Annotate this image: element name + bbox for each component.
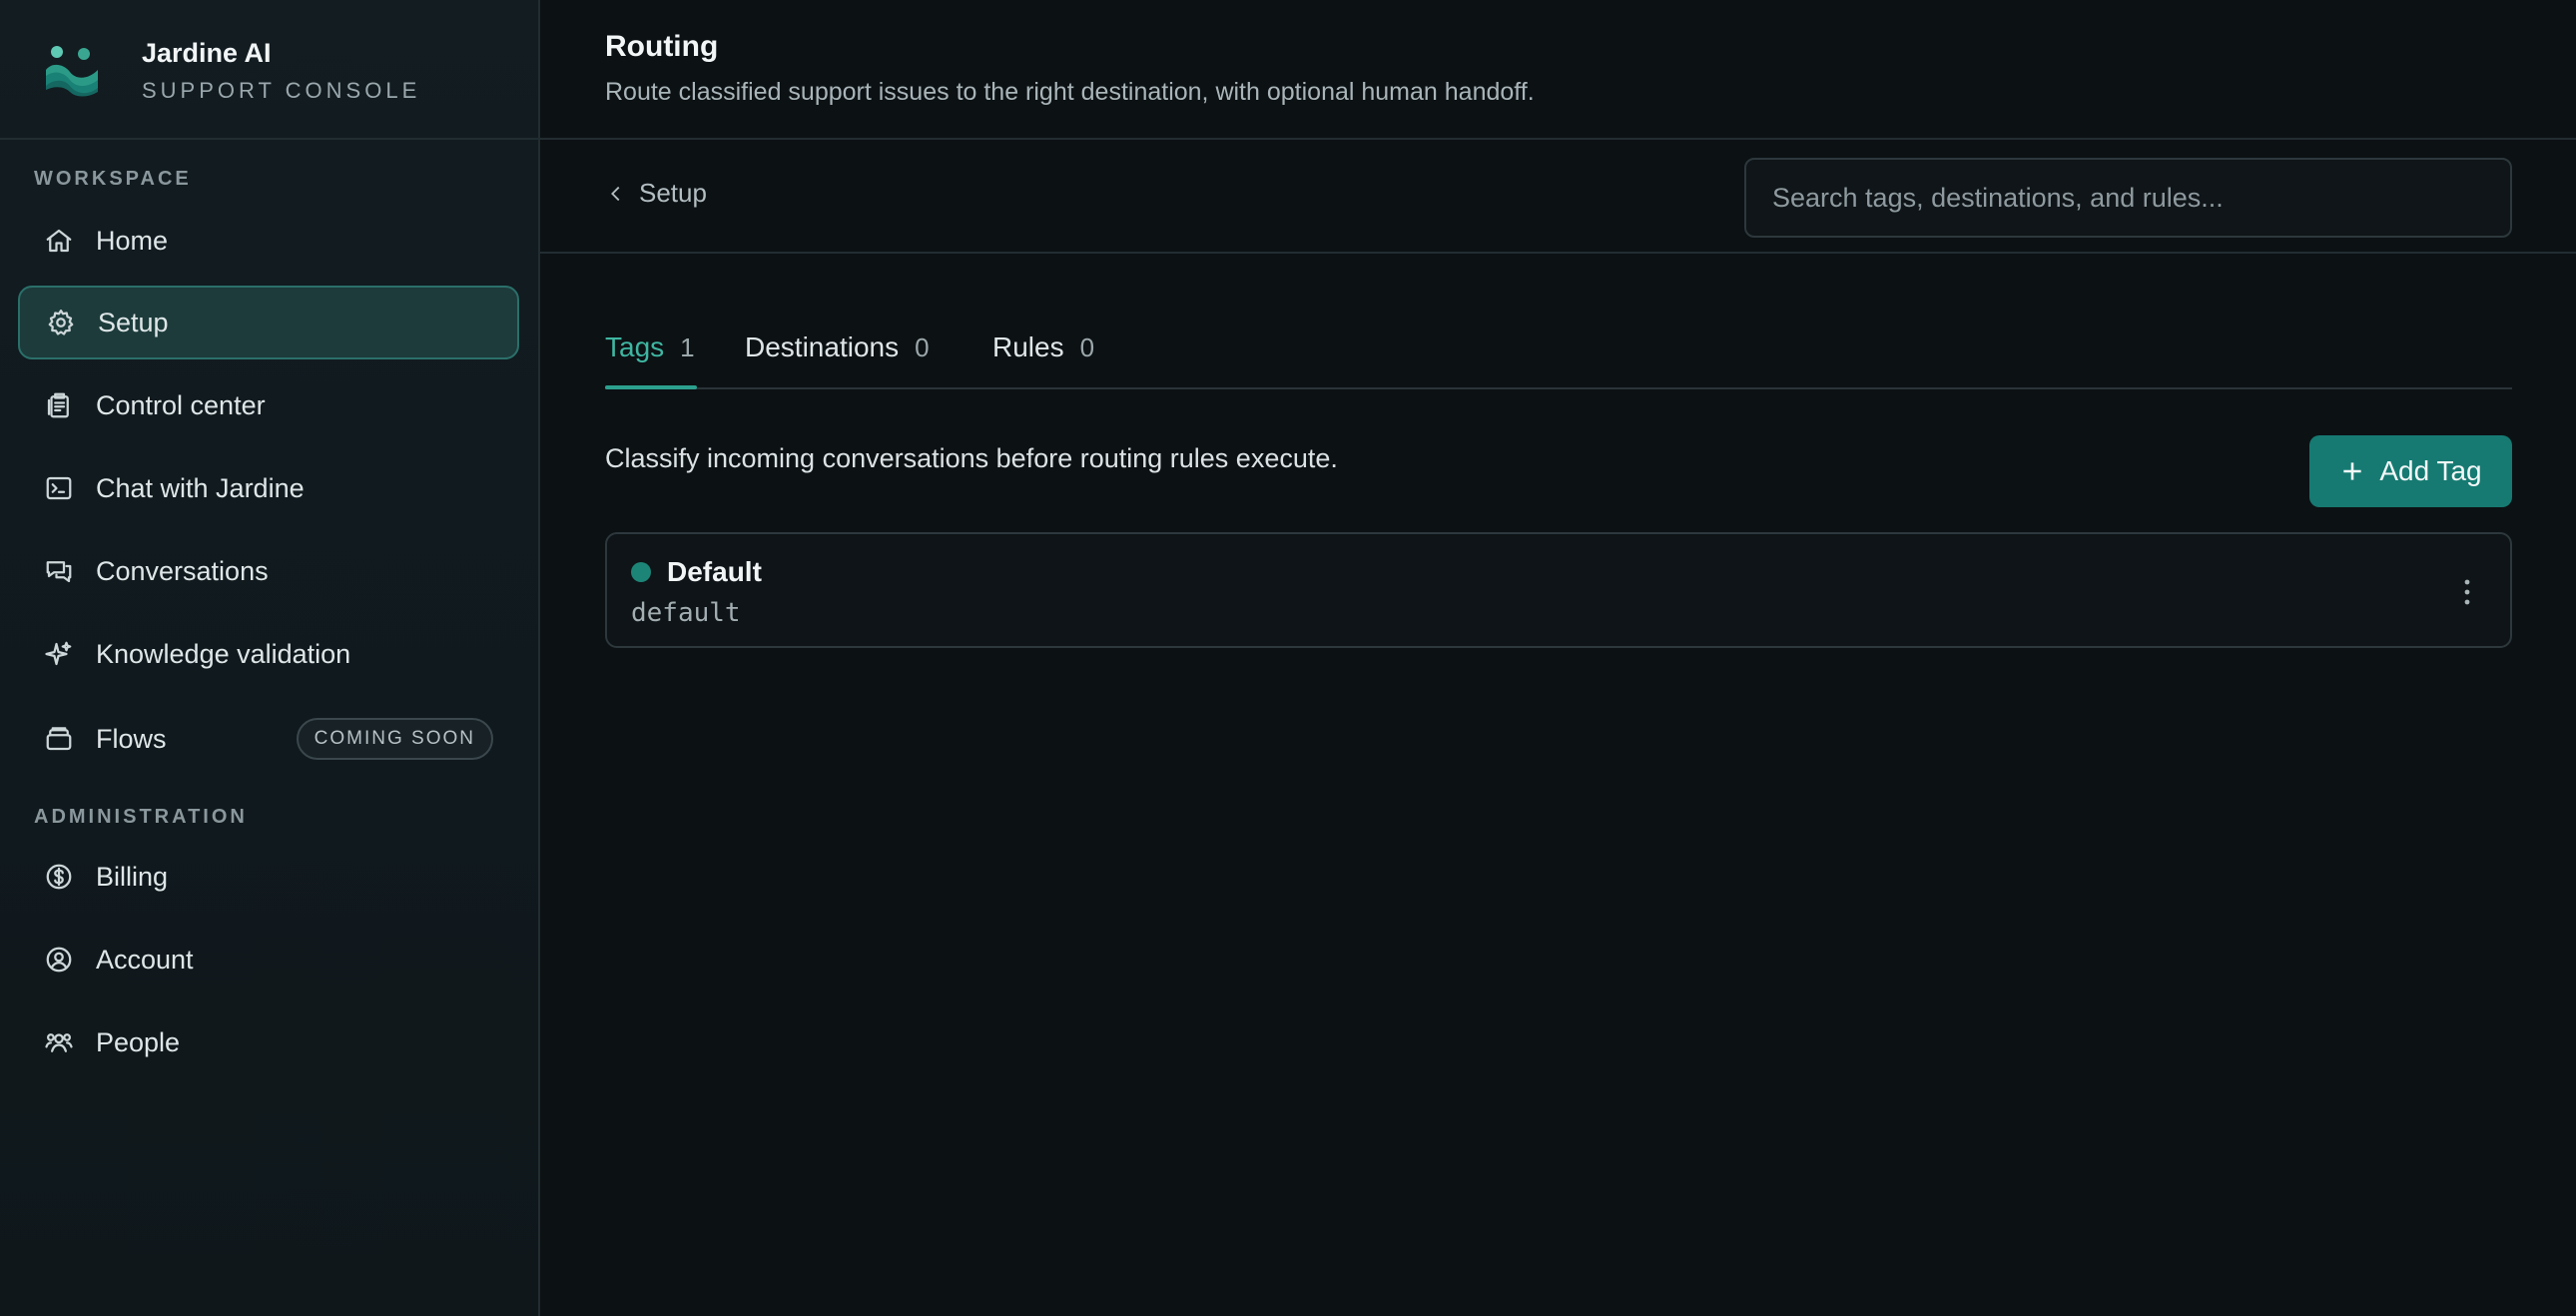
sidebar-item-setup[interactable]: Setup [18,286,519,359]
tab-label: Destinations [745,331,900,362]
brand-name: Jardine AI [142,38,272,68]
toolbar: Setup [540,140,2576,254]
sidebar-item-account[interactable]: Account [18,923,519,996]
sparkles-icon [44,639,74,669]
layers-icon [44,724,74,754]
tab-destinations[interactable]: Destinations 0 [745,331,930,363]
sidebar-item-label: Billing [96,861,169,892]
back-link-label: Setup [639,178,707,208]
sidebar-item-chat-with-jardine[interactable]: Chat with Jardine [18,451,519,525]
section-label-administration: ADMINISTRATION [34,806,248,828]
back-to-setup-link[interactable]: Setup [605,178,707,209]
tag-slug: default [631,598,741,628]
sidebar-item-control-center[interactable]: Control center [18,368,519,442]
clipboard-icon [44,390,74,420]
home-icon [44,226,74,256]
brand-header: Jardine AI SUPPORT CONSOLE [0,0,538,140]
sidebar-item-flows[interactable]: Flows COMING SOON [18,702,519,776]
sidebar-item-knowledge-validation[interactable]: Knowledge validation [18,617,519,691]
jardine-logo-icon [46,46,98,97]
page-header: Routing Route classified support issues … [540,0,2576,140]
terminal-icon [44,473,74,503]
active-tab-indicator [605,385,697,389]
plus-icon [2343,462,2362,480]
tags-description: Classify incoming conversations before r… [605,443,1338,473]
more-options-icon[interactable] [2462,578,2472,606]
sidebar-item-label: Conversations [96,555,269,586]
tab-tags[interactable]: Tags 1 [605,331,695,363]
tab-rules[interactable]: Rules 0 [992,331,1094,363]
main-content: Routing Route classified support issues … [540,0,2576,1316]
tab-label: Tags [605,331,665,362]
tag-color-dot [631,562,651,582]
sidebar-item-label: Home [96,225,169,256]
sidebar-item-conversations[interactable]: Conversations [18,534,519,608]
sidebar-item-home[interactable]: Home [18,204,519,278]
gear-icon [46,308,76,337]
tag-card-default[interactable]: Default default [605,532,2512,648]
section-label-workspace: WORKSPACE [34,168,192,190]
brand-subtitle: SUPPORT CONSOLE [142,78,421,103]
sidebar-item-label: Flows [96,723,167,754]
chat-bubbles-icon [44,556,74,586]
tab-label: Rules [992,331,1064,362]
tag-name: Default [667,556,762,587]
chevron-left-icon [611,186,620,201]
people-icon [44,1027,74,1057]
sidebar-item-label: People [96,1026,181,1057]
sidebar-item-label: Account [96,944,194,975]
page-title: Routing [605,30,719,63]
coming-soon-badge: COMING SOON [296,718,493,760]
user-circle-icon [44,945,74,975]
search-input[interactable] [1744,158,2512,238]
tab-count: 0 [915,332,930,362]
routing-tabs: Tags 1 Destinations 0 Rules 0 [605,322,2512,389]
sidebar-item-label: Control center [96,389,266,420]
add-tag-label: Add Tag [2379,455,2482,486]
dollar-circle-icon [44,862,74,892]
page-description: Route classified support issues to the r… [605,78,1535,106]
sidebar-item-label: Setup [98,307,169,337]
sidebar-item-people[interactable]: People [18,1005,519,1079]
tab-count: 1 [680,332,695,362]
tab-count: 0 [1079,332,1095,362]
add-tag-button[interactable]: Add Tag [2309,435,2512,507]
sidebar-item-label: Chat with Jardine [96,472,305,503]
sidebar-item-label: Knowledge validation [96,638,351,669]
sidebar: Jardine AI SUPPORT CONSOLE WORKSPACE Hom… [0,0,540,1316]
app-root: Jardine AI SUPPORT CONSOLE WORKSPACE Hom… [0,0,2576,1316]
sidebar-item-billing[interactable]: Billing [18,840,519,914]
